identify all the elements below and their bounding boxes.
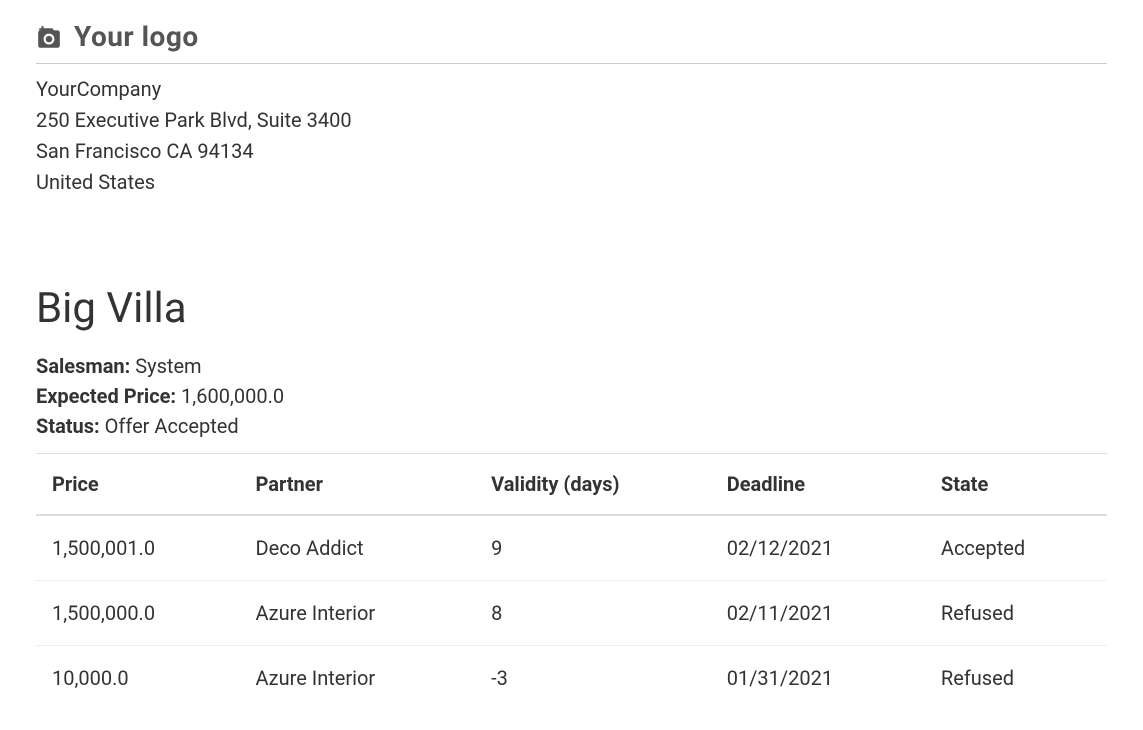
company-address-line2: San Francisco CA 94134 bbox=[36, 136, 1107, 167]
status-label: Status: bbox=[36, 414, 100, 438]
col-validity: Validity (days) bbox=[475, 454, 711, 515]
offers-table: Price Partner Validity (days) Deadline S… bbox=[36, 454, 1107, 710]
cell-deadline: 02/11/2021 bbox=[711, 581, 925, 646]
cell-partner: Azure Interior bbox=[239, 646, 475, 711]
col-deadline: Deadline bbox=[711, 454, 925, 515]
cell-validity: 9 bbox=[475, 515, 711, 581]
property-title: Big Villa bbox=[36, 284, 1107, 333]
cell-partner: Azure Interior bbox=[239, 581, 475, 646]
divider-top bbox=[36, 63, 1107, 64]
cell-validity: 8 bbox=[475, 581, 711, 646]
cell-deadline: 02/12/2021 bbox=[711, 515, 925, 581]
salesman-value: System bbox=[135, 354, 201, 378]
cell-state: Accepted bbox=[925, 515, 1107, 581]
col-partner: Partner bbox=[239, 454, 475, 515]
cell-state: Refused bbox=[925, 646, 1107, 711]
logo-text: Your logo bbox=[74, 20, 199, 53]
col-price: Price bbox=[36, 454, 239, 515]
cell-deadline: 01/31/2021 bbox=[711, 646, 925, 711]
cell-price: 1,500,000.0 bbox=[36, 581, 239, 646]
col-state: State bbox=[925, 454, 1107, 515]
table-row: 10,000.0 Azure Interior -3 01/31/2021 Re… bbox=[36, 646, 1107, 711]
meta-status: Status: Offer Accepted bbox=[36, 411, 1107, 441]
status-value: Offer Accepted bbox=[105, 414, 239, 438]
cell-validity: -3 bbox=[475, 646, 711, 711]
cell-price: 1,500,001.0 bbox=[36, 515, 239, 581]
table-row: 1,500,001.0 Deco Addict 9 02/12/2021 Acc… bbox=[36, 515, 1107, 581]
table-row: 1,500,000.0 Azure Interior 8 02/11/2021 … bbox=[36, 581, 1107, 646]
company-info: YourCompany 250 Executive Park Blvd, Sui… bbox=[36, 74, 1107, 198]
cell-price: 10,000.0 bbox=[36, 646, 239, 711]
company-address-line1: 250 Executive Park Blvd, Suite 3400 bbox=[36, 105, 1107, 136]
salesman-label: Salesman: bbox=[36, 354, 130, 378]
cell-state: Refused bbox=[925, 581, 1107, 646]
expected-price-label: Expected Price: bbox=[36, 384, 176, 408]
cell-partner: Deco Addict bbox=[239, 515, 475, 581]
property-meta: Salesman: System Expected Price: 1,600,0… bbox=[36, 351, 1107, 441]
company-country: United States bbox=[36, 167, 1107, 198]
expected-price-value: 1,600,000.0 bbox=[181, 384, 284, 408]
table-header-row: Price Partner Validity (days) Deadline S… bbox=[36, 454, 1107, 515]
meta-expected-price: Expected Price: 1,600,000.0 bbox=[36, 381, 1107, 411]
logo-placeholder: Your logo bbox=[36, 20, 1107, 63]
company-name: YourCompany bbox=[36, 74, 1107, 105]
meta-salesman: Salesman: System bbox=[36, 351, 1107, 381]
camera-icon bbox=[36, 25, 62, 49]
